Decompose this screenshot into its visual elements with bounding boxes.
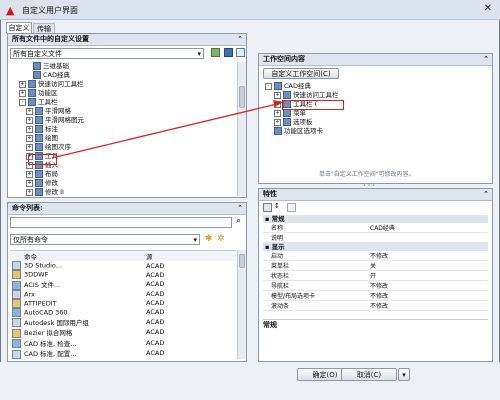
property-value[interactable]: 开 xyxy=(368,270,488,281)
property-value[interactable]: CAD经典 xyxy=(368,223,488,233)
property-value[interactable] xyxy=(368,232,488,243)
property-key: 启动 xyxy=(263,251,368,261)
property-key: 说明 xyxy=(263,232,368,243)
sort-az-icon[interactable]: ↕ xyxy=(274,202,280,210)
property-section-title: 显示 xyxy=(271,243,285,251)
property-value[interactable]: 不修改 xyxy=(368,300,488,311)
property-row[interactable]: 模型/布局选项卡 不修改 xyxy=(263,290,488,301)
property-key: 名称 xyxy=(263,223,368,233)
properties-panel: 特性 ⌃ ↕ ▪ 常规 名称 CAD经典 说明 ▪ 显示 启动 不修改 菜单栏关状态栏开导航栏… xyxy=(258,188,493,362)
property-key: 滚动条 xyxy=(263,300,368,311)
description-area: 常规 xyxy=(263,319,488,359)
property-key: 菜单栏 xyxy=(263,260,368,271)
annotation-arrow-line xyxy=(55,103,278,158)
property-key: 状态栏 xyxy=(263,270,368,281)
section-collapse-icon[interactable]: ▪ xyxy=(265,215,272,223)
property-row[interactable]: 滚动条 不修改 xyxy=(263,300,488,311)
property-section-header[interactable]: ▪ 常规 xyxy=(263,215,488,223)
property-value[interactable]: 不修改 xyxy=(368,251,488,261)
description-title: 常规 xyxy=(263,321,277,329)
property-pages-icon[interactable] xyxy=(287,203,296,212)
section-collapse-icon[interactable]: ▪ xyxy=(265,243,272,251)
property-row[interactable]: 启动 不修改 xyxy=(263,251,488,261)
cancel-button[interactable]: 取消(C) xyxy=(341,368,397,381)
properties-header: 特性 ⌃ xyxy=(259,189,492,201)
annotation-arrow-head xyxy=(273,100,283,107)
property-row[interactable]: 名称 CAD经典 xyxy=(263,223,488,233)
property-section-header[interactable]: ▪ 显示 xyxy=(263,243,488,251)
dropdown-arrow-button[interactable]: ▾ xyxy=(398,368,410,381)
property-key: 导航栏 xyxy=(263,280,368,291)
categorized-icon[interactable] xyxy=(263,203,272,212)
property-row[interactable]: 说明 xyxy=(263,232,488,243)
property-row[interactable]: 状态栏开 xyxy=(263,270,488,281)
property-key: 模型/布局选项卡 xyxy=(263,290,368,301)
property-section-title: 常规 xyxy=(271,215,285,223)
footer-bar xyxy=(0,362,500,400)
property-row[interactable]: 导航栏 不修改 xyxy=(263,280,488,291)
collapse-icon[interactable]: ⌃ xyxy=(483,189,489,200)
property-grid: ▪ 常规 名称 CAD经典 说明 ▪ 显示 启动 不修改 菜单栏关状态栏开导航栏 不修改 模型/布… xyxy=(263,215,488,315)
property-value[interactable]: 不修改 xyxy=(368,280,488,291)
properties-header-label: 特性 xyxy=(263,190,277,198)
property-value[interactable]: 不修改 xyxy=(368,290,488,301)
property-value[interactable]: 关 xyxy=(368,260,488,271)
property-row[interactable]: 菜单栏关 xyxy=(263,260,488,271)
